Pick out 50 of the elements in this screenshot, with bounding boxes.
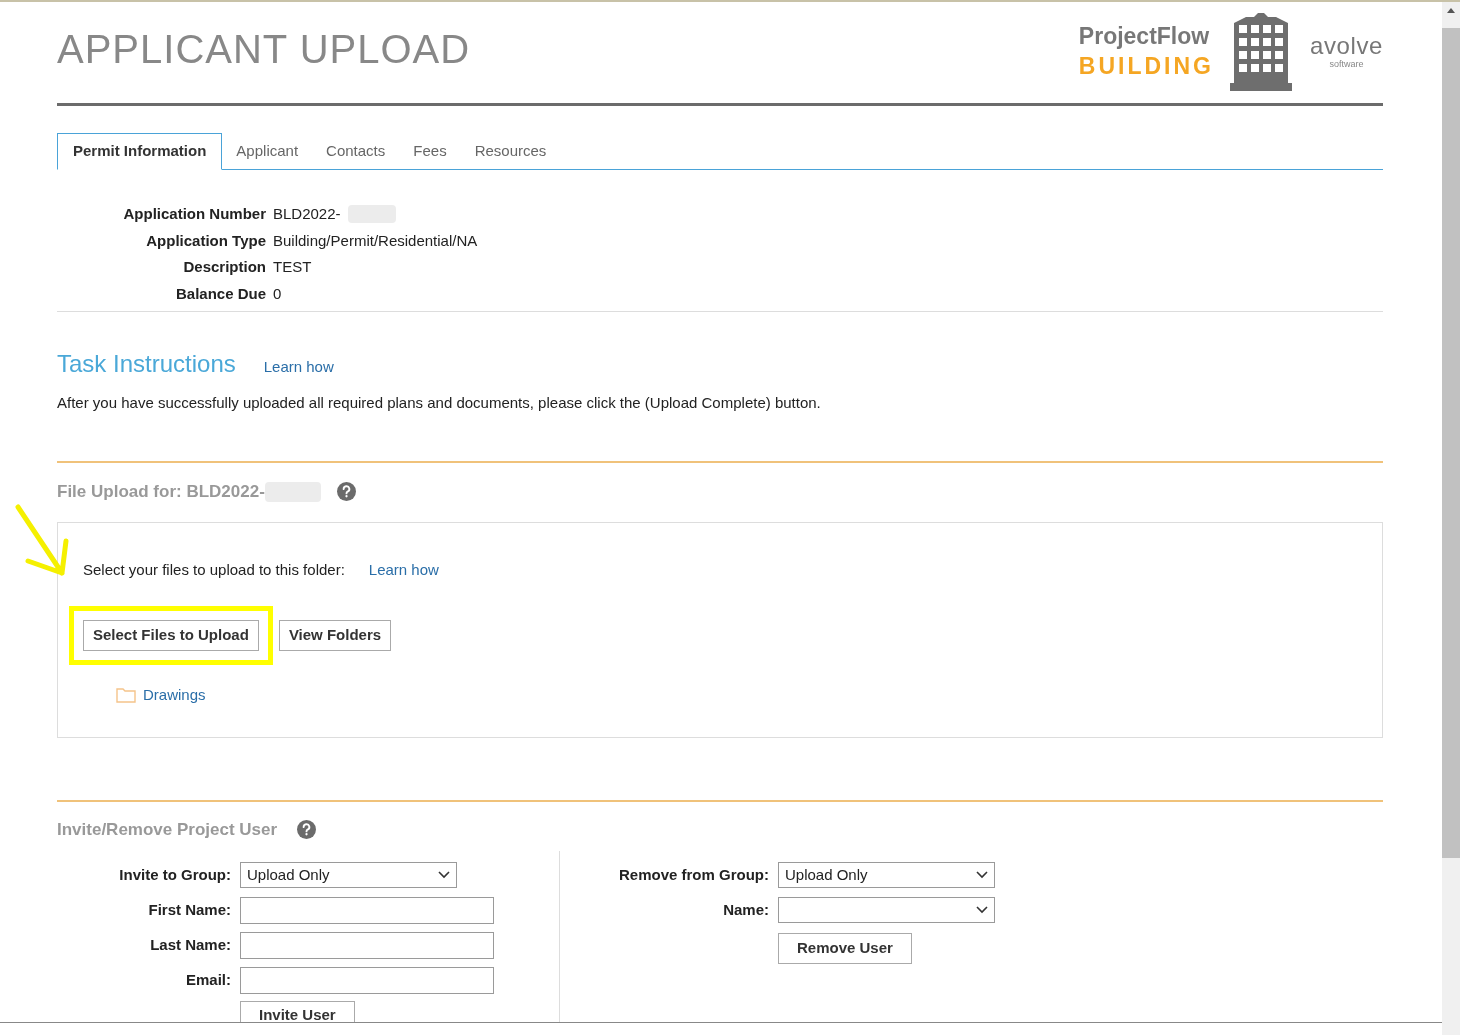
help-icon[interactable]: [297, 820, 317, 839]
logo-text: ProjectFlow: [1078, 22, 1210, 51]
tab[interactable]: Resources: [460, 133, 561, 169]
group-dropdown[interactable]: Upload Only: [778, 862, 995, 888]
detail-value: Building/Permit/Residential/NA: [273, 230, 478, 251]
group-dropdown[interactable]: Upload Only: [240, 862, 457, 888]
field-label: First Name:: [147, 899, 231, 920]
learn-how-link[interactable]: Learn how: [263, 356, 334, 379]
folder-link[interactable]: Drawings: [143, 684, 206, 707]
remove-user-button[interactable]: Remove User: [778, 932, 912, 964]
section-title: Invite/Remove Project User: [57, 818, 278, 841]
folder-icon: [116, 687, 136, 704]
input-field[interactable]: [240, 896, 494, 924]
caret-icon: [976, 906, 988, 914]
detail-value: TEST: [273, 257, 312, 277]
section-title: Task Instructions: [57, 349, 236, 379]
upload-button[interactable]: Select Files to Upload: [83, 620, 259, 651]
input-field[interactable]: [240, 931, 494, 959]
upload-prompt: Select your files to upload to this folder:: [83, 559, 345, 580]
instruction-text: After you have successfully uploaded all required plans and documents, please click the (Upload Complete) button.: [57, 393, 822, 413]
help-icon[interactable]: [336, 482, 356, 501]
upload-button[interactable]: View Folders: [278, 620, 392, 651]
detail-label: Application Number: [122, 204, 266, 224]
detail-label: Description: [182, 257, 266, 277]
section-title: File Upload for: BLD2022-: [57, 480, 265, 503]
field-label: Last Name:: [149, 934, 231, 955]
page-title: APPLICANT UPLOAD: [57, 26, 471, 73]
vendor-logo-text: avolve: [1310, 33, 1383, 59]
field-label: Invite to Group:: [118, 864, 231, 885]
input-field[interactable]: [240, 966, 494, 994]
vendor-logo-text: software: [1329, 59, 1364, 69]
invite-user-button[interactable]: Invite User: [240, 1000, 355, 1022]
group-dropdown[interactable]: [778, 897, 995, 923]
field-label: Name:: [722, 899, 769, 920]
tab[interactable]: Fees: [399, 133, 461, 169]
caret-icon: [976, 871, 988, 879]
detail-value: 0: [273, 283, 282, 304]
tab[interactable]: Permit Information: [57, 133, 223, 170]
field-label: Remove from Group:: [618, 864, 769, 885]
field-label: Email:: [185, 969, 231, 990]
scrollbar-thumb[interactable]: [1442, 28, 1460, 858]
caret-icon: [438, 871, 450, 879]
detail-label: Balance Due: [174, 283, 266, 304]
detail-label: Application Type: [145, 230, 266, 251]
detail-value: BLD2022-: [273, 204, 341, 224]
scrollbar[interactable]: [1442, 0, 1460, 1035]
tab[interactable]: Applicant: [222, 133, 313, 169]
logo-text: BUILDING: [1078, 52, 1214, 81]
tab[interactable]: Contacts: [312, 133, 400, 169]
learn-how-link[interactable]: Learn how: [368, 558, 439, 581]
